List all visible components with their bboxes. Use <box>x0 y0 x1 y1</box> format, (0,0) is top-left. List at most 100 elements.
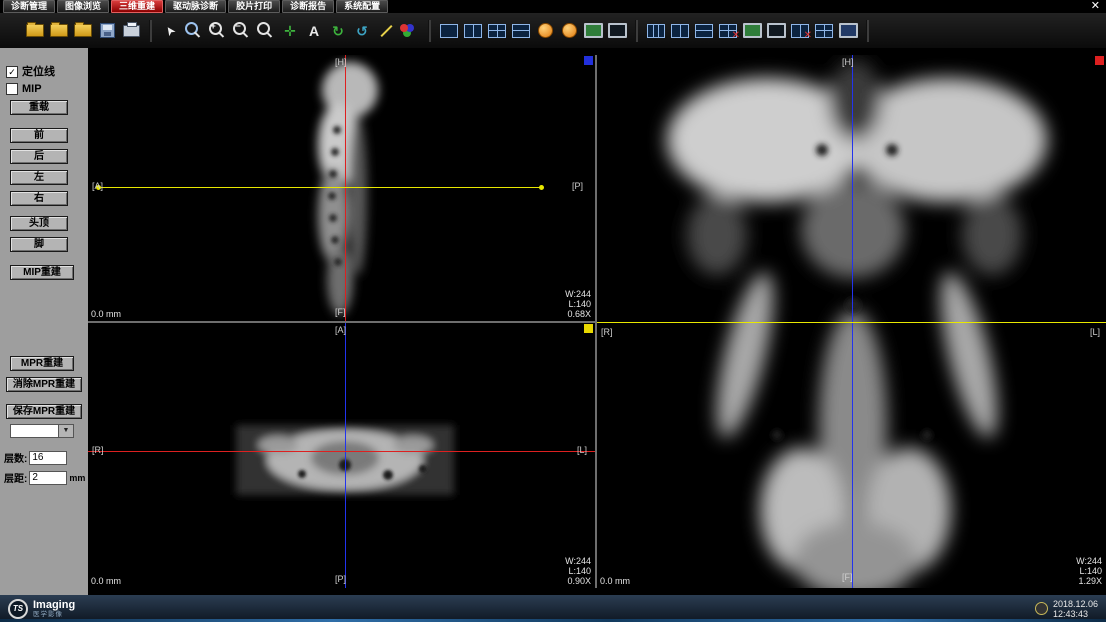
screen-green-icon[interactable] <box>741 19 763 43</box>
foot-button[interactable]: 脚 <box>10 237 68 252</box>
orientation-right-label: [P] <box>572 181 583 191</box>
stack-layout-icon-shape <box>695 24 713 38</box>
region-zoom-tool-icon-shape <box>257 22 270 35</box>
sync-series-icon-shape <box>538 23 553 38</box>
menu-tab-6[interactable]: 诊断报告 <box>282 0 334 13</box>
viewport-sagittal[interactable]: [H] [A] [P] [F] W:244 L:140 0.68X 0.0 mm <box>88 55 595 321</box>
pan-tool-icon[interactable]: ✛ <box>279 19 301 43</box>
monitor-icon-shape <box>839 23 858 38</box>
menu-tab-1[interactable]: 诊断管理 <box>3 0 55 13</box>
screen-green-icon-shape <box>743 23 762 38</box>
import-images-icon[interactable] <box>48 19 70 43</box>
head-button[interactable]: 头顶 <box>10 216 68 231</box>
sagittal-horizontal-crosshair[interactable] <box>97 187 543 188</box>
mip-rebuild-button[interactable]: MIP重建 <box>10 265 74 280</box>
zoom-value: 0.68X <box>565 309 591 319</box>
status-bar: TS Imaging 医学影像 2018.12.06 12:43:43 <box>0 595 1106 622</box>
reload-button[interactable]: 重载 <box>10 100 68 115</box>
thumbnail-grid-icon[interactable] <box>813 19 835 43</box>
menu-tab-7[interactable]: 系统配置 <box>336 0 388 13</box>
layout-two-columns-icon-shape <box>464 24 482 38</box>
front-button[interactable]: 前 <box>10 128 68 143</box>
link-series-icon[interactable] <box>558 19 580 43</box>
dropdown-value <box>10 424 58 438</box>
viewport-axial[interactable]: [A] [R] [L] [P] W:244 L:140 0.90X 0.0 mm <box>88 323 595 588</box>
back-button[interactable]: 后 <box>10 149 68 164</box>
axial-image <box>88 323 595 588</box>
pointer-tool-icon[interactable]: ➤ <box>159 19 181 43</box>
monitor-icon[interactable] <box>837 19 859 43</box>
zoom-value: 1.29X <box>1076 576 1102 586</box>
layout-single-icon-shape <box>440 24 458 38</box>
color-palette-icon[interactable] <box>399 19 421 43</box>
zoom-in-tool-icon[interactable] <box>207 19 229 43</box>
layout-two-columns-icon[interactable] <box>462 19 484 43</box>
export-images-icon[interactable] <box>72 19 94 43</box>
sync-series-icon[interactable] <box>534 19 556 43</box>
layout-grid-icon-shape <box>488 24 506 38</box>
close-button[interactable]: ✕ <box>1091 1 1100 12</box>
window-level-readout: W:244 L:140 0.90X <box>565 556 591 586</box>
app-logo: TS <box>8 599 28 619</box>
rotate-icon[interactable]: ↺ <box>351 19 373 43</box>
scale-readout: 0.0 mm <box>91 309 121 319</box>
annotation-tool-icon[interactable]: A <box>303 19 325 43</box>
image-layout-icon[interactable] <box>669 19 691 43</box>
series-layout-icon-shape <box>647 24 665 38</box>
stack-layout-icon[interactable] <box>693 19 715 43</box>
layout-grid-icon[interactable] <box>486 19 508 43</box>
fullscreen-green-icon[interactable] <box>582 19 604 43</box>
coronal-horizontal-crosshair[interactable] <box>597 322 1106 323</box>
viewport-coronal[interactable]: [H] [R] [L] [F] W:244 L:140 1.29X 0.0 mm <box>597 55 1106 588</box>
chevron-down-icon[interactable]: ▼ <box>58 424 74 438</box>
sagittal-vertical-crosshair[interactable] <box>345 55 346 321</box>
menu-tab-3[interactable]: 三维重建 <box>111 0 163 13</box>
refresh-icon-shape: ↻ <box>332 24 344 38</box>
mpr-rebuild-button[interactable]: MPR重建 <box>10 356 74 371</box>
toolbar-separator <box>635 20 638 42</box>
axial-vertical-crosshair[interactable] <box>345 323 346 588</box>
screen-dark-icon[interactable] <box>765 19 787 43</box>
zoom-in-tool-icon-shape <box>209 22 222 35</box>
series-layout-icon[interactable] <box>645 19 667 43</box>
menu-tab-2[interactable]: 图像浏览 <box>57 0 109 13</box>
clear-mpr-button[interactable]: 消除MPR重建 <box>6 377 82 392</box>
layout-single-icon[interactable] <box>438 19 460 43</box>
menu-tab-5[interactable]: 胶片打印 <box>228 0 280 13</box>
brand-subtitle: 医学影像 <box>33 611 75 618</box>
save-icon-shape <box>100 23 115 38</box>
checkbox-label: MIP <box>22 83 42 95</box>
thumbnail-grid-icon-shape <box>815 24 833 38</box>
locator-line-checkbox[interactable]: ✓定位线 <box>6 66 88 78</box>
mpr-preset-dropdown[interactable]: ▼ <box>10 424 74 438</box>
menu-tab-4[interactable]: 驱动脉诊断 <box>165 0 226 13</box>
print-icon[interactable] <box>120 19 142 43</box>
refresh-icon[interactable]: ↻ <box>327 19 349 43</box>
level-value: L:140 <box>565 299 591 309</box>
mip-checkbox[interactable]: MIP <box>6 83 88 95</box>
close-series-icon[interactable] <box>717 19 739 43</box>
right-button[interactable]: 右 <box>10 191 68 206</box>
orientation-right-label: [L] <box>577 445 587 455</box>
close-image-icon-shape <box>791 24 809 38</box>
menu-tabs: 诊断管理图像浏览三维重建驱动脉诊断胶片打印诊断报告系统配置 <box>0 0 388 13</box>
save-mpr-button[interactable]: 保存MPR重建 <box>6 404 82 419</box>
save-icon[interactable] <box>96 19 118 43</box>
measure-tool-icon[interactable] <box>375 19 397 43</box>
layout-rows-icon[interactable] <box>510 19 532 43</box>
export-images-icon-shape <box>74 24 92 37</box>
open-study-icon[interactable] <box>24 19 46 43</box>
print-icon-shape <box>123 25 140 37</box>
magnify-tool-icon[interactable] <box>183 19 205 43</box>
left-button[interactable]: 左 <box>10 170 68 185</box>
layer-spacing-input[interactable] <box>29 471 67 485</box>
zoom-out-tool-icon[interactable] <box>231 19 253 43</box>
layout-rows-icon-shape <box>512 24 530 38</box>
layer-count-input[interactable] <box>29 451 67 465</box>
region-zoom-tool-icon[interactable] <box>255 19 277 43</box>
brand-name: Imaging <box>33 600 75 611</box>
fullscreen-dark-icon[interactable] <box>606 19 628 43</box>
axial-horizontal-crosshair[interactable] <box>88 451 595 452</box>
orientation-top-label: [H] <box>335 57 347 67</box>
close-image-icon[interactable] <box>789 19 811 43</box>
